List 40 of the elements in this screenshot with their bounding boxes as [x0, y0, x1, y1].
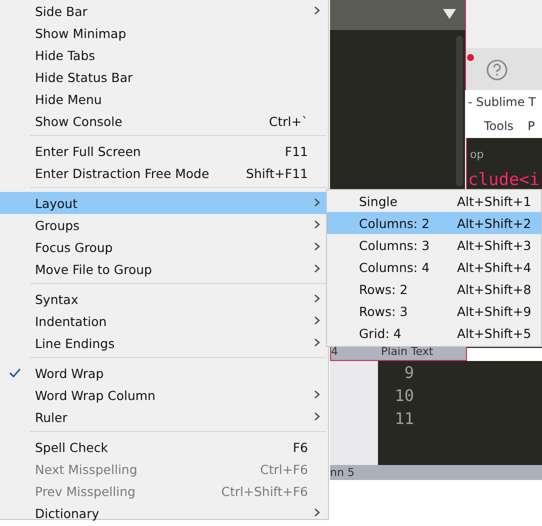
- menu-item[interactable]: Syntax: [0, 288, 328, 310]
- code-line: clude<i: [468, 170, 540, 190]
- menu-item[interactable]: Word Wrap: [0, 362, 328, 384]
- menu-item[interactable]: Layout: [0, 192, 328, 214]
- menu-item[interactable]: Rows: 3 Alt+Shift+9: [327, 300, 541, 322]
- menu-item[interactable]: Indentation: [0, 310, 328, 332]
- status-text: 4: [331, 344, 339, 360]
- menu-item[interactable]: Line Endings: [0, 332, 328, 354]
- menu-item[interactable]: Ruler: [0, 406, 328, 428]
- menu-item[interactable]: Enter Full Screen F11: [0, 140, 328, 162]
- menu-item[interactable]: Focus Group: [0, 236, 328, 258]
- line-number: 11: [394, 409, 414, 429]
- menu-item[interactable]: Move File to Group: [0, 258, 328, 280]
- dropdown-triangle-icon[interactable]: [443, 9, 456, 19]
- menu-item[interactable]: Dictionary: [0, 502, 328, 524]
- menu-item[interactable]: Spell Check F6: [0, 436, 328, 458]
- scrollbar[interactable]: [456, 36, 463, 186]
- menu-item[interactable]: Side Bar: [0, 0, 328, 22]
- menu-bar-item[interactable]: Tools: [484, 115, 514, 138]
- menu-item[interactable]: Groups: [0, 214, 328, 236]
- line-number: 10: [394, 386, 414, 406]
- menu-item[interactable]: Enter Distraction Free Mode Shift+F11: [0, 162, 328, 184]
- menu-item[interactable]: Columns: 3 Alt+Shift+3: [327, 234, 541, 256]
- menu-item[interactable]: Single Alt+Shift+1: [327, 190, 541, 212]
- menu-item[interactable]: Columns: 2 Alt+Shift+2: [327, 212, 541, 234]
- line-number: 9: [404, 363, 414, 383]
- menu-item[interactable]: Word Wrap Column: [0, 384, 328, 406]
- menu-item[interactable]: Rows: 2 Alt+Shift+8: [327, 278, 541, 300]
- syntax-label: Plain Text: [381, 344, 434, 360]
- menu-item[interactable]: Show Console Ctrl+`: [0, 110, 328, 132]
- menu-item[interactable]: Hide Menu: [0, 88, 328, 110]
- menu-bar-item[interactable]: P: [528, 115, 535, 138]
- status-text: nn 5: [330, 466, 354, 479]
- menu-item[interactable]: Grid: 4 Alt+Shift+5: [327, 322, 541, 344]
- menu-item[interactable]: Show Minimap: [0, 22, 328, 44]
- code-line: op: [470, 148, 484, 161]
- menu-item[interactable]: Columns: 4 Alt+Shift+4: [327, 256, 541, 278]
- menu-item[interactable]: Hide Status Bar: [0, 66, 328, 88]
- menu-item[interactable]: Hide Tabs: [0, 44, 328, 66]
- help-icon[interactable]: [486, 59, 508, 81]
